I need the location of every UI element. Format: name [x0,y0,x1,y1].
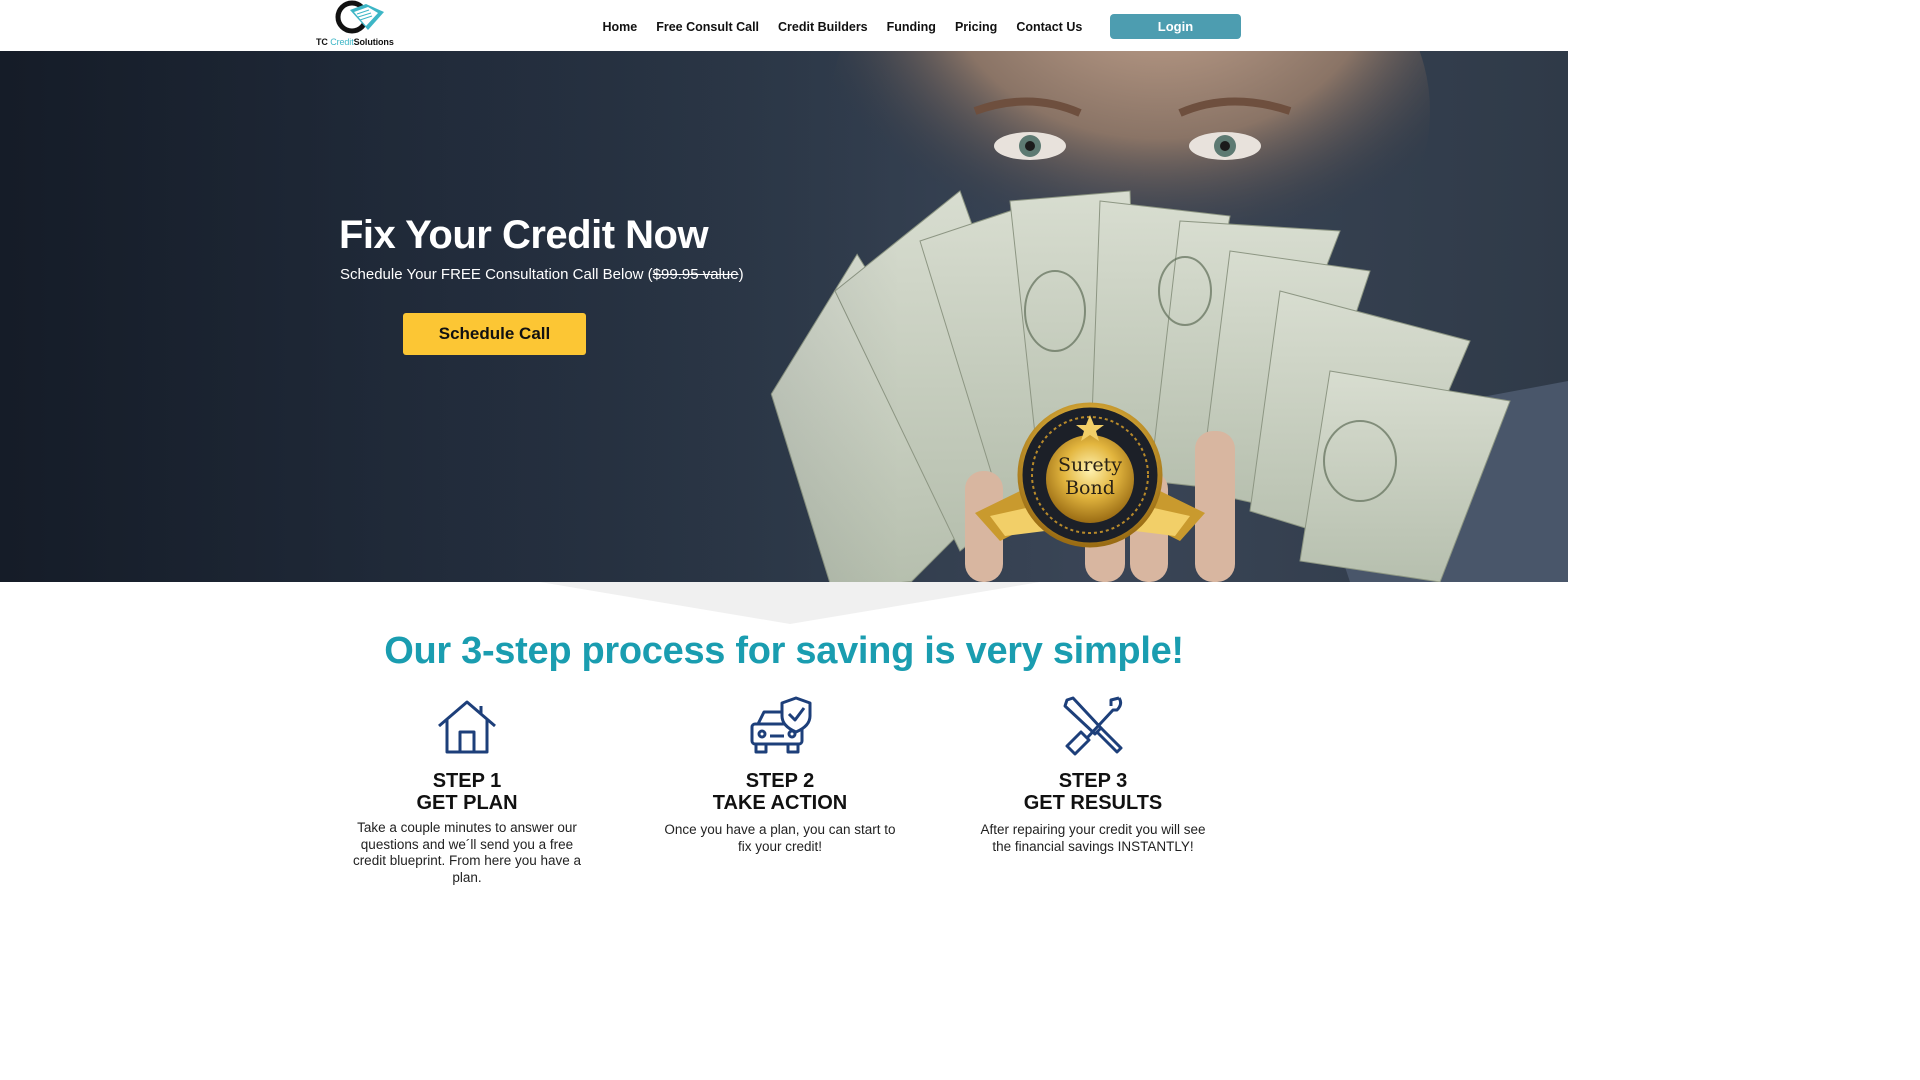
step-2: STEP 2 TAKE ACTION Once you have a plan, … [660,694,900,855]
login-button[interactable]: Login [1110,14,1241,39]
badge-line1: Surety [1058,454,1122,476]
nav-home[interactable]: Home [593,18,647,36]
step-1: STEP 1 GET PLAN Take a couple minutes to … [347,694,587,886]
strikethrough-price: $99.95 value [652,266,739,283]
site-header: TC CreditSolutions Home Free Consult Cal… [0,0,1568,51]
hero-subtitle: Schedule Your FREE Consultation Call Bel… [340,266,744,283]
tools-icon [1063,696,1123,756]
nav-free-consult-call[interactable]: Free Consult Call [647,18,769,36]
step-1-description: Take a couple minutes to answer our ques… [352,820,582,885]
badge-line2: Bond [1065,477,1115,499]
nav-funding[interactable]: Funding [877,18,945,36]
site-logo[interactable]: TC CreditSolutions [314,0,404,50]
schedule-call-button[interactable]: Schedule Call [403,313,586,355]
step-2-description: Once you have a plan, you can start to f… [664,822,896,854]
car-shield-icon [750,696,812,754]
nav-contact-us[interactable]: Contact Us [1007,18,1092,36]
nav-credit-builders[interactable]: Credit Builders [769,18,878,36]
nav-pricing[interactable]: Pricing [945,18,1006,36]
main-nav: Home Free Consult Call Credit Builders F… [593,18,1092,36]
logo-book-icon [335,0,384,34]
step-3: STEP 3 GET RESULTS After repairing your c… [973,694,1213,855]
logo-wordmark: TC CreditSolutions [316,37,394,47]
process-heading: Our 3-step process for saving is very si… [384,630,1184,672]
section-divider-chevron [540,582,1040,624]
hero-banner: Surety Bond Fix Your Credit Now Schedule… [0,51,1568,582]
step-1-title: STEP 1 GET PLAN [416,770,518,814]
hero-title: Fix Your Credit Now [339,213,709,257]
house-icon [438,700,496,754]
step-3-description: After repairing your credit you will see… [980,822,1206,854]
step-2-title: STEP 2 TAKE ACTION [712,770,848,814]
step-3-title: STEP 3 GET RESULTS [1023,770,1163,814]
hero-money-fan-image: Surety Bond [0,51,1568,582]
